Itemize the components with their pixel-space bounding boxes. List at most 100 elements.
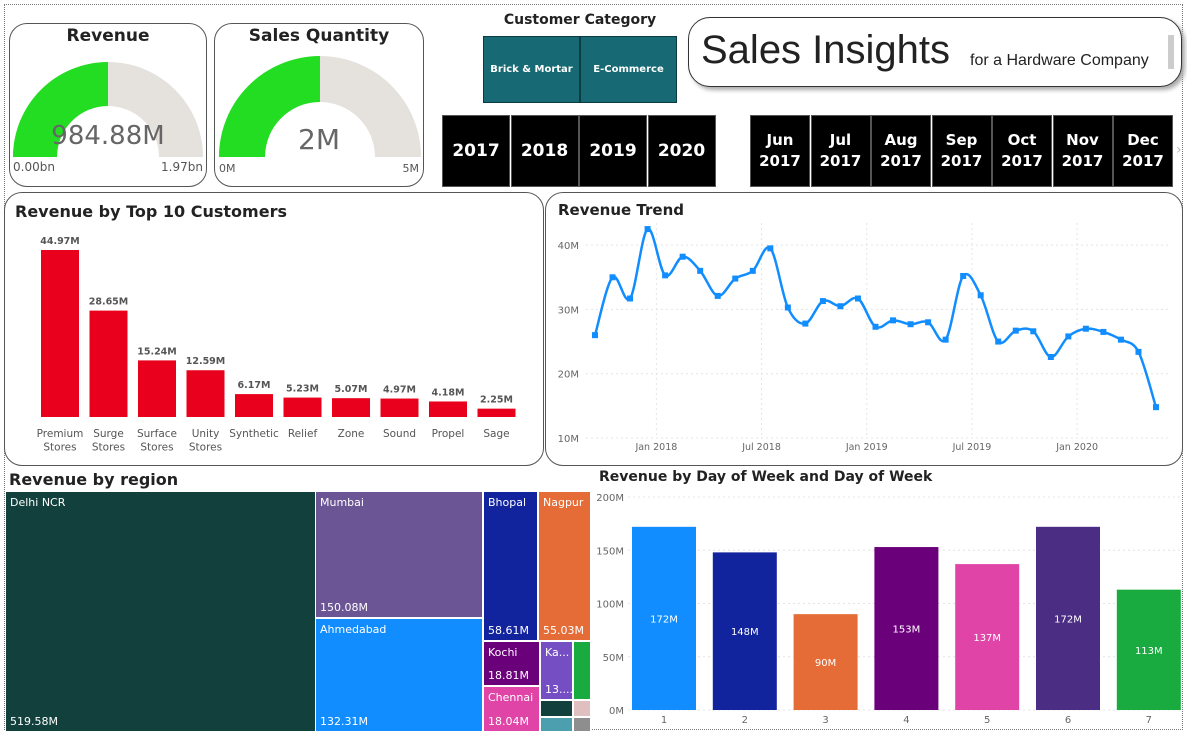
year-button-2018[interactable]: 2018 — [510, 115, 579, 187]
customer-category-label: Unity — [192, 428, 220, 440]
customer-bar — [380, 398, 419, 417]
top-customers-chart: 44.97M Premium Stores 28.65M Surge Stores 15.2… — [37, 236, 516, 454]
treemap-tile-name: Mumbai — [320, 496, 364, 509]
trend-point — [679, 253, 686, 260]
customer-category-label: Propel — [432, 428, 465, 440]
customer-bar — [332, 398, 370, 417]
quantity-gauge-max: 5M — [402, 162, 420, 175]
customer-category-label: Surge — [93, 428, 124, 440]
customer-bar — [89, 310, 128, 417]
trend-point — [644, 226, 651, 233]
trend-x-tick: Jan 2018 — [634, 442, 677, 453]
month-button-aug[interactable]: Aug 2017 — [871, 115, 931, 187]
revenue-gauge-card[interactable]: Revenue 984.88M 0.00bn 1.97bn — [9, 23, 207, 187]
treemap-tile-small[interactable] — [540, 700, 573, 717]
quantity-gauge-min: 0M — [219, 162, 236, 175]
treemap-tile-ka[interactable]: Ka... 13.... — [540, 641, 573, 700]
year-button-2020[interactable]: 2020 — [647, 115, 716, 187]
customer-category-label: Sage — [483, 428, 509, 440]
month-label: Aug — [884, 131, 918, 149]
quantity-gauge-card[interactable]: Sales Quantity 2M 0M 5M — [214, 23, 424, 187]
month-button-nov[interactable]: Nov 2017 — [1052, 115, 1113, 187]
treemap-tile-name: Nagpur — [543, 496, 584, 509]
treemap-tile-chennai[interactable]: Chennai 18.04M — [483, 686, 540, 732]
customer-category-label: Stores — [140, 442, 173, 454]
revenue-trend-chart: 10M 20M 30M 40M Jan 2018 Jul 2018 Jan 2019 Jul … — [558, 223, 1170, 453]
trend-point — [802, 320, 809, 327]
trend-point — [1153, 404, 1159, 411]
page-title: Sales Insights — [701, 28, 951, 72]
month-year-label: 2017 — [880, 152, 922, 170]
month-button-dec[interactable]: Dec 2017 — [1113, 115, 1173, 187]
customer-category-label: Zone — [338, 428, 365, 440]
customer-category-label: Relief — [288, 428, 318, 440]
month-slicer-next-icon[interactable]: › — [1176, 142, 1182, 158]
trend-point — [662, 272, 669, 279]
treemap-tile-name: Delhi NCR — [10, 496, 66, 509]
customer-category-label: Stores — [189, 442, 222, 454]
dow-x-tick: 5 — [984, 715, 990, 726]
month-year-label: 2017 — [940, 152, 983, 170]
region-card: Revenue by region Delhi NCR 519.58M Mumbai… — [4, 467, 595, 732]
revenue-trend-card: Revenue Trend 10M 20M 30M 40M Jan 2018 Jul 20… — [545, 192, 1183, 466]
trend-point — [1100, 328, 1107, 335]
treemap-tile-small[interactable] — [573, 641, 591, 700]
slicer-ecommerce-button[interactable]: E-Commerce — [580, 36, 677, 103]
customer-bar — [186, 370, 225, 417]
trend-point — [1082, 325, 1089, 332]
customer-bar — [429, 401, 467, 417]
trend-point — [977, 292, 984, 299]
month-button-sep[interactable]: Sep 2017 — [931, 115, 992, 187]
trend-point — [609, 274, 616, 281]
trend-point — [749, 267, 756, 274]
month-button-jun[interactable]: Jun 2017 — [750, 115, 810, 187]
slicer-brick-mortar-button[interactable]: Brick & Mortar — [483, 36, 580, 103]
dow-x-tick: 2 — [742, 715, 748, 726]
dow-x-tick: 6 — [1065, 715, 1071, 726]
title-scrollbar[interactable] — [1168, 35, 1174, 69]
year-button-2019[interactable]: 2019 — [579, 115, 647, 187]
dow-bar-label: 113M — [1135, 646, 1163, 657]
trend-point — [714, 292, 721, 299]
year-button-2017[interactable]: 2017 — [442, 115, 510, 187]
revenue-gauge-max: 1.97bn — [161, 160, 203, 174]
top-customers-card: Revenue by Top 10 Customers 44.97M Premiu… — [4, 192, 544, 466]
month-label: Dec — [1127, 131, 1159, 149]
customer-bar — [138, 360, 176, 417]
header-box: Sales Insights for a Hardware Company — [688, 17, 1182, 87]
treemap-tile-small[interactable] — [540, 717, 573, 732]
month-label: Nov — [1066, 131, 1099, 149]
month-year-label: 2017 — [819, 152, 862, 170]
treemap-tile-mumbai[interactable]: Mumbai 150.08M — [315, 491, 483, 618]
trend-line — [593, 227, 1158, 408]
treemap-tile-small[interactable] — [573, 700, 591, 717]
treemap-tile-nagpur[interactable]: Nagpur 55.03M — [538, 491, 591, 641]
dow-bar-label: 90M — [815, 658, 836, 669]
dow-bar-label: 172M — [650, 614, 678, 625]
month-button-oct[interactable]: Oct 2017 — [992, 115, 1052, 187]
dow-x-tick: 7 — [1146, 715, 1152, 726]
treemap-tile-small[interactable] — [573, 717, 591, 732]
customer-bar — [283, 397, 322, 417]
trend-point — [1030, 328, 1037, 335]
treemap-tile-bhopal[interactable]: Bhopal 58.61M — [483, 491, 538, 641]
treemap-tile-name: Bhopal — [488, 496, 527, 509]
dow-bar-label: 137M — [973, 633, 1001, 644]
treemap-tile-delhi-ncr[interactable]: Delhi NCR 519.58M — [5, 491, 316, 732]
month-year-label: 2017 — [759, 152, 801, 170]
trend-point — [732, 275, 739, 282]
treemap-tile-name: Ahmedabad — [320, 623, 387, 636]
customer-bar-label: 44.97M — [40, 236, 80, 247]
month-button-jul[interactable]: Jul 2017 — [810, 115, 871, 187]
treemap-tile-ahmedabad[interactable]: Ahmedabad 132.31M — [315, 618, 483, 732]
trend-point — [697, 267, 704, 274]
trend-point — [592, 332, 598, 339]
month-label: Jul — [829, 131, 852, 149]
trend-point — [872, 323, 879, 330]
treemap-tile-kochi[interactable]: Kochi 18.81M — [483, 641, 540, 686]
dow-y-tick: 150M — [596, 546, 624, 557]
customer-bar — [235, 394, 273, 417]
customer-bar — [477, 408, 516, 417]
region-title: Revenue by region — [9, 470, 179, 489]
treemap-tile-name: Chennai — [488, 691, 534, 704]
